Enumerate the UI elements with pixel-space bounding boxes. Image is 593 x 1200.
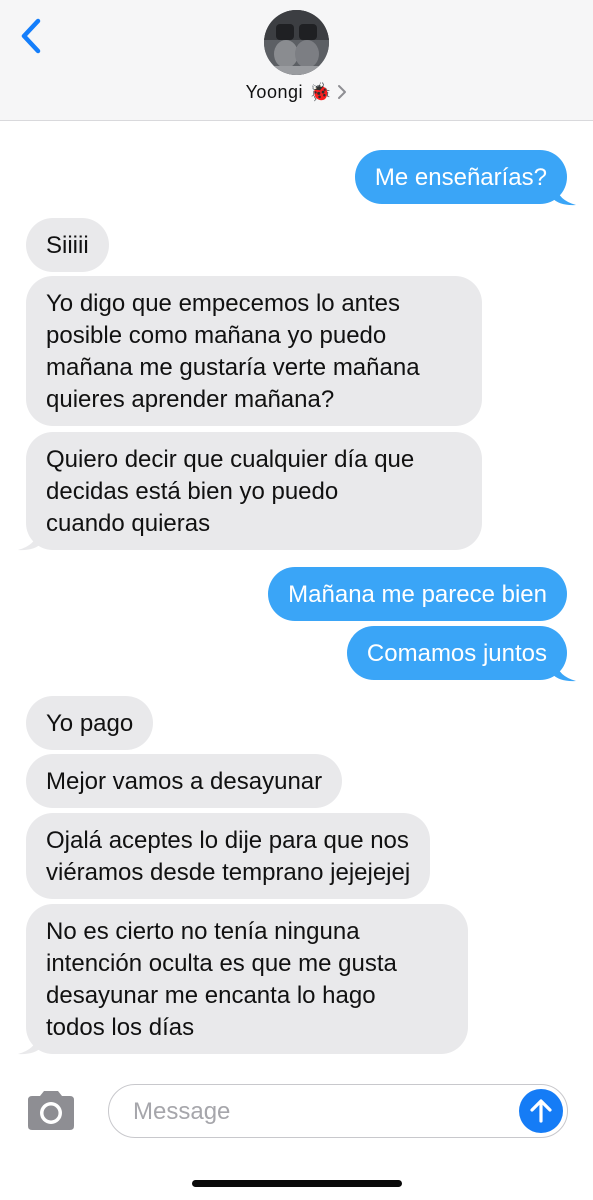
contact-info-button[interactable]: Yoongi 🐞 [0, 78, 593, 106]
chevron-left-icon [21, 18, 41, 54]
bubble-tail [552, 186, 576, 206]
camera-button[interactable] [24, 1090, 78, 1132]
message-bubble-incoming[interactable]: Quiero decir que cualquier día que decid… [26, 432, 482, 550]
message-bubble-outgoing[interactable]: Mañana me parece bien [268, 567, 567, 621]
message-input[interactable] [131, 1093, 515, 1131]
ladybug-emoji: 🐞 [308, 81, 332, 102]
send-button[interactable] [519, 1089, 563, 1133]
chevron-right-icon [337, 84, 347, 100]
camera-icon [28, 1091, 74, 1130]
conversation-header: Yoongi 🐞 [0, 0, 593, 121]
back-button[interactable] [16, 16, 46, 56]
message-bubble-outgoing[interactable]: Me enseñarías? [354, 150, 567, 204]
message-bubble-incoming[interactable]: No es cierto no tenía ninguna intención … [26, 904, 468, 1054]
message-bubble-incoming[interactable]: Mejor vamos a desayunar [26, 754, 343, 808]
message-composer [108, 1084, 568, 1138]
message-bubble-incoming[interactable]: Yo digo que empecemos lo antes posible c… [26, 276, 482, 426]
messages-app: Yoongi 🐞 Me enseñarías? Siiiii Yo digo q… [0, 0, 593, 1200]
bubble-tail [18, 531, 42, 551]
bubble-tail [18, 1035, 42, 1055]
arrow-up-icon [530, 1099, 552, 1123]
message-bubble-incoming[interactable]: Ojalá aceptes lo dije para que nos viéra… [26, 813, 431, 899]
message-bubble-outgoing[interactable]: Comamos juntos [346, 626, 567, 680]
message-bubble-incoming[interactable]: Yo pago [26, 696, 154, 750]
message-bubble-incoming[interactable]: Siiiii [26, 218, 109, 272]
home-indicator [192, 1180, 402, 1187]
bubble-tail [552, 662, 576, 682]
contact-name: Yoongi [245, 81, 303, 102]
contact-avatar[interactable] [264, 10, 329, 75]
